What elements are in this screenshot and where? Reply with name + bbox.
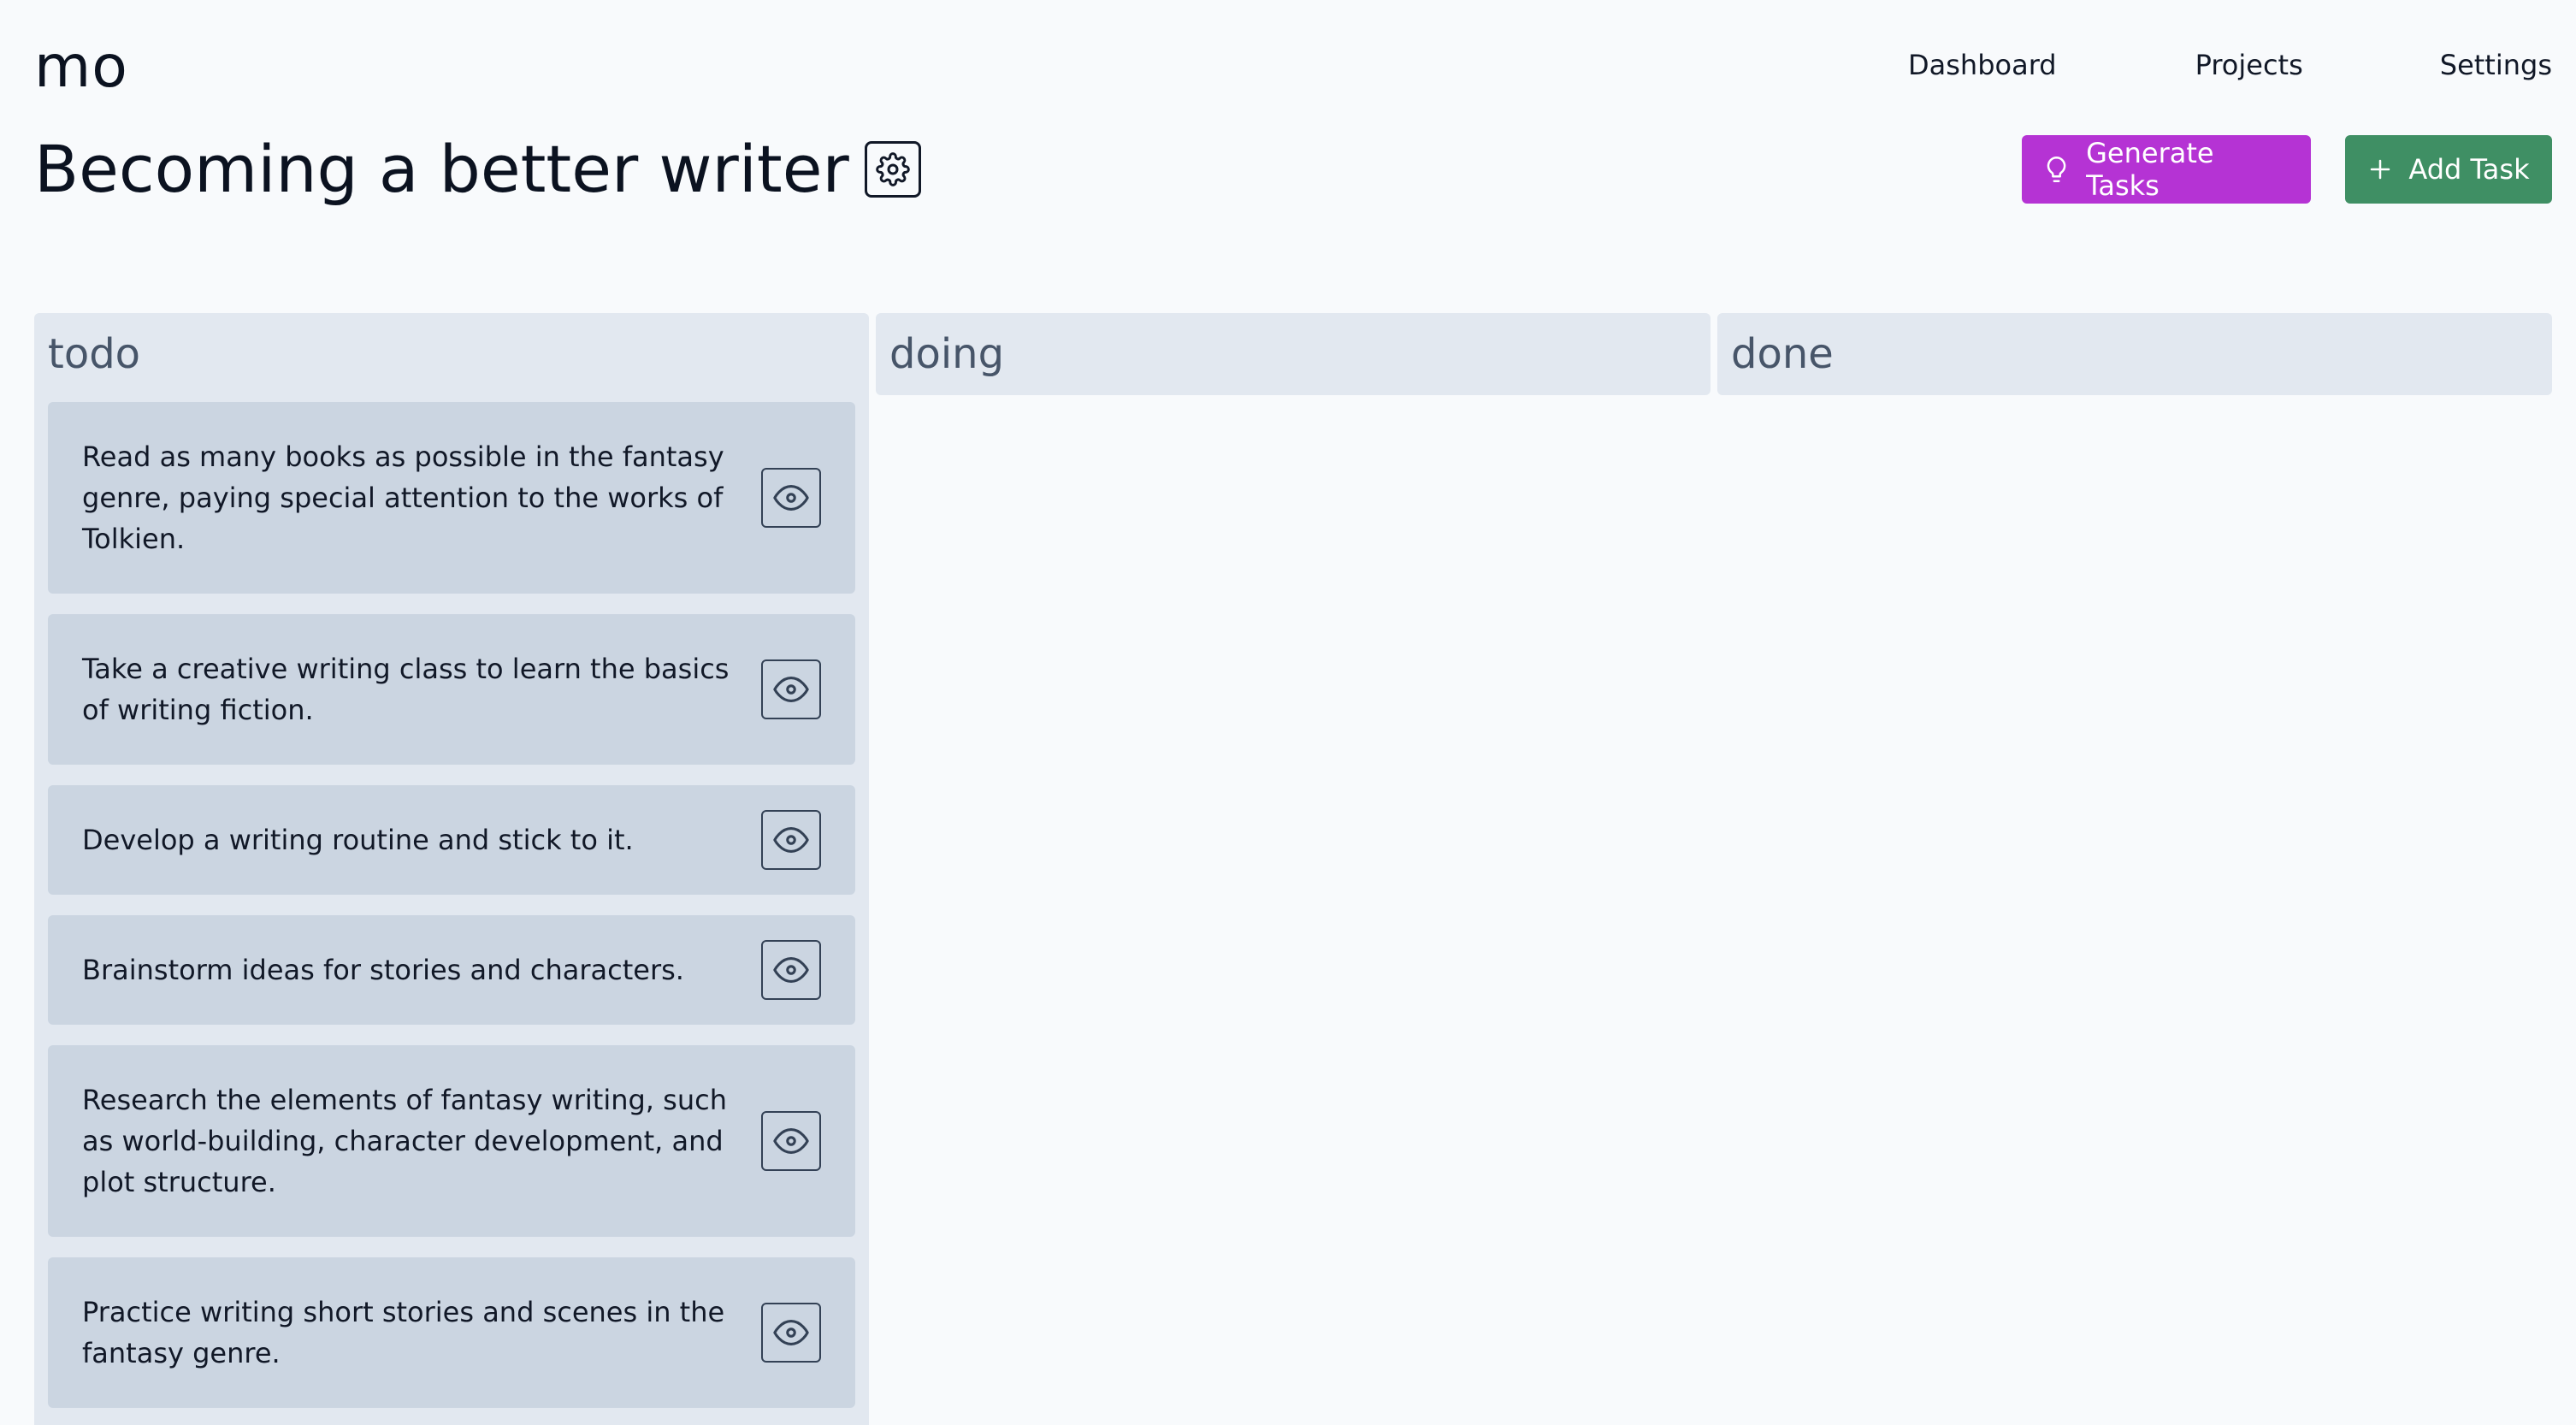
nav-dashboard-link[interactable]: Dashboard [1908, 48, 2057, 82]
nav-projects-link[interactable]: Projects [2195, 48, 2303, 82]
eye-icon [773, 1320, 809, 1345]
main-nav: Dashboard Projects Settings [1908, 48, 2552, 82]
task-card[interactable]: Practice writing short stories and scene… [48, 1257, 855, 1408]
app-logo[interactable]: mo [34, 29, 128, 106]
column-title: todo [48, 330, 141, 378]
column-title: doing [889, 330, 1005, 378]
eye-icon [773, 957, 809, 983]
gear-icon [875, 152, 910, 186]
view-task-button[interactable] [761, 1111, 821, 1171]
page-title: Becoming a better writer [34, 131, 849, 207]
task-text: Brainstorm ideas for stories and charact… [82, 954, 684, 986]
project-header: Becoming a better writer [34, 127, 921, 212]
top-navigation: mo Dashboard Projects Settings [34, 29, 2552, 106]
view-task-button[interactable] [761, 810, 821, 870]
nav-settings-link[interactable]: Settings [2440, 48, 2552, 82]
generate-tasks-label: Generate Tasks [2086, 137, 2214, 202]
column-doing: doing [876, 313, 1710, 395]
task-card[interactable]: Read as many books as possible in the fa… [48, 402, 855, 594]
eye-icon [773, 827, 809, 853]
project-settings-button[interactable] [864, 141, 921, 198]
eye-icon [773, 677, 809, 702]
kanban-board: todo Read as many books as possible in t… [34, 313, 2552, 1425]
view-task-button[interactable] [761, 659, 821, 719]
task-text: Practice writing short stories and scene… [82, 1296, 725, 1369]
eye-icon [773, 485, 809, 511]
task-card[interactable]: Brainstorm ideas for stories and charact… [48, 915, 855, 1025]
task-text: Develop a writing routine and stick to i… [82, 824, 634, 856]
generate-tasks-button[interactable]: Generate Tasks [2022, 135, 2311, 204]
column-todo: todo Read as many books as possible in t… [34, 313, 869, 1425]
add-task-label: Add Task [2408, 153, 2530, 186]
task-text: Research the elements of fantasy writing… [82, 1084, 727, 1198]
task-text: Read as many books as possible in the fa… [82, 441, 724, 555]
add-task-button[interactable]: Add Task [2345, 135, 2552, 204]
task-card[interactable]: Take a creative writing class to learn t… [48, 614, 855, 765]
column-done: done [1717, 313, 2552, 395]
plus-icon [2371, 159, 2390, 180]
header-actions: Generate Tasks Add Task [2022, 135, 2552, 204]
column-title: done [1731, 330, 1834, 378]
view-task-button[interactable] [761, 1303, 821, 1363]
task-text: Take a creative writing class to learn t… [82, 653, 730, 726]
view-task-button[interactable] [761, 940, 821, 1000]
task-card[interactable]: Research the elements of fantasy writing… [48, 1045, 855, 1237]
view-task-button[interactable] [761, 468, 821, 528]
lightbulb-icon [2047, 156, 2066, 183]
eye-icon [773, 1128, 809, 1154]
task-card[interactable]: Develop a writing routine and stick to i… [48, 785, 855, 895]
